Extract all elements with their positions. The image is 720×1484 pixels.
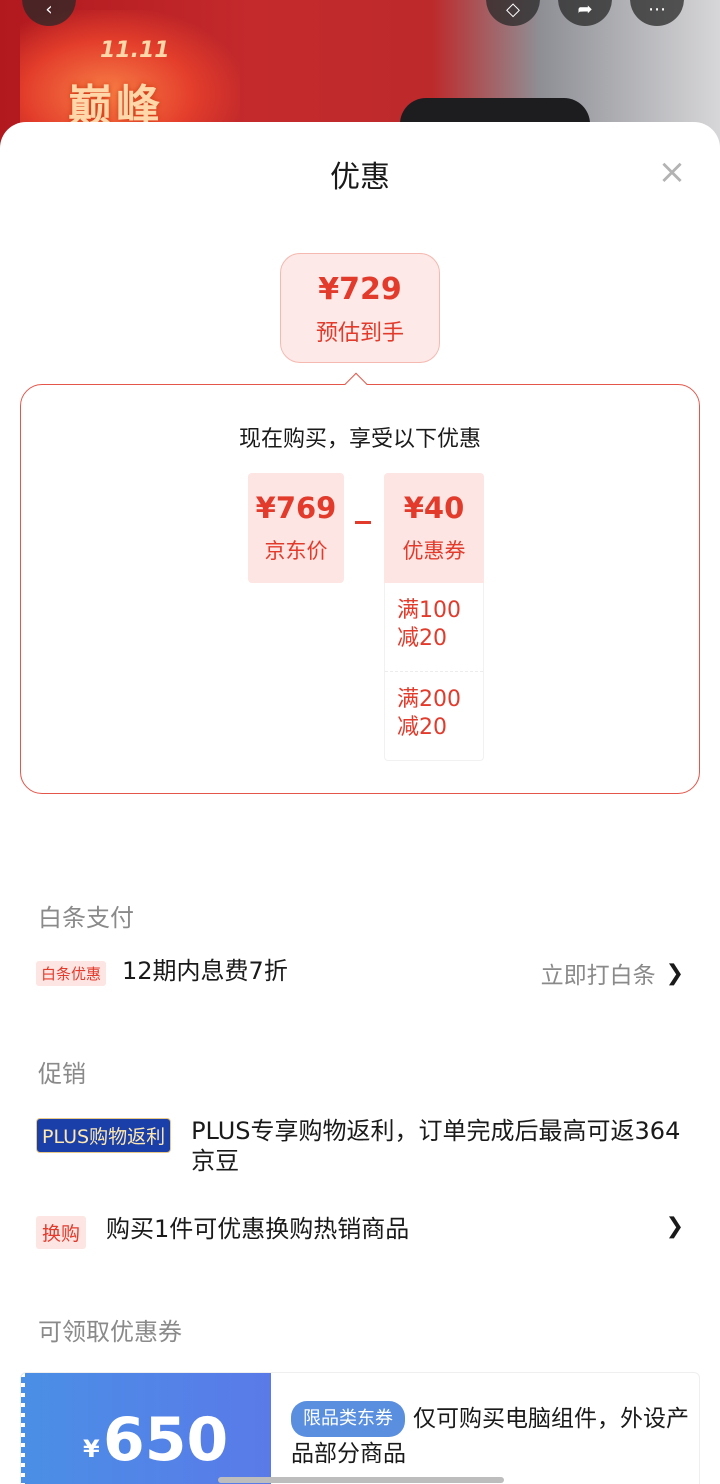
baitiao-action[interactable]: 立即打白条 ❯ <box>541 956 684 990</box>
base-price-card: ¥769 京东价 <box>248 473 344 583</box>
section-title-promotions: 促销 <box>38 1060 86 1088</box>
minus-sign <box>355 521 371 524</box>
coupon-discount-card: ¥40 优惠券 <box>384 473 484 583</box>
plus-rebate-tag: PLUS购物返利 <box>36 1118 172 1153</box>
base-price-label: 京东价 <box>264 539 328 563</box>
chevron-right-icon: ❯ <box>665 960 684 986</box>
applied-coupon: 满100 减20 <box>397 598 461 651</box>
chevron-right-icon: ❯ <box>665 1214 684 1239</box>
favorite-icon[interactable]: ◇ <box>486 0 540 26</box>
coupon-discount-label: 优惠券 <box>402 539 466 563</box>
section-title-baitiao: 白条支付 <box>38 904 134 932</box>
coupon-amount-panel: ¥ 650 <box>21 1373 271 1484</box>
estimated-price-bubble: ¥729 预估到手 <box>280 253 440 363</box>
promotion-row-plus: PLUS购物返利 PLUS专享购物返利，订单完成后最高可返364京豆 <box>36 1116 684 1176</box>
estimated-price-label: 预估到手 <box>315 321 404 346</box>
baitiao-tag: 白条优惠 <box>36 961 107 986</box>
more-icon[interactable]: ⋯ <box>630 0 684 26</box>
applied-coupon: 满200 减20 <box>385 671 483 760</box>
promo-heading: 现在购买，享受以下优惠 <box>238 427 481 452</box>
coupon-scope-tag: 限品类东券 <box>291 1401 405 1437</box>
baitiao-row[interactable]: 白条优惠 12期内息费7折 立即打白条 ❯ <box>36 956 684 990</box>
banner-badge: 11.11 <box>100 38 170 63</box>
section-title-coupons: 可领取优惠券 <box>38 1318 182 1346</box>
coupon-discount-value: ¥40 <box>403 491 465 525</box>
promotion-row-tradein[interactable]: 换购 购买1件可优惠换购热销商品 ❯ <box>36 1214 684 1249</box>
coupon-details: 限品类东券 仅可购买电脑组件，外设产品部分商品 <box>291 1401 691 1471</box>
sheet-title: 优惠 <box>330 160 390 195</box>
coupon-amount: 650 <box>103 1405 229 1475</box>
home-indicator <box>218 1477 504 1483</box>
tradein-text: 购买1件可优惠换购热销商品 <box>106 1215 410 1243</box>
tradein-tag: 换购 <box>36 1216 87 1249</box>
coupon-perforation <box>21 1373 25 1484</box>
discount-sheet: 优惠 × 现在购买，享受以下优惠 ¥769 京东价 ¥40 优惠券 满100 减… <box>0 122 720 1484</box>
coupon-currency: ¥ <box>83 1435 100 1463</box>
coupon-card[interactable]: ¥ 650 限品类东券 仅可购买电脑组件，外设产品部分商品 <box>20 1372 700 1484</box>
applied-coupon-list: 满100 减20 满200 减20 <box>384 583 484 761</box>
close-icon[interactable]: × <box>656 155 688 189</box>
base-price-value: ¥769 <box>255 491 337 525</box>
share-icon[interactable]: ➦ <box>558 0 612 26</box>
estimated-price: ¥729 <box>318 272 402 307</box>
plus-rebate-text: PLUS专享购物返利，订单完成后最高可返364京豆 <box>191 1117 681 1175</box>
baitiao-text: 12期内息费7折 <box>122 957 288 985</box>
promo-breakdown-box: 现在购买，享受以下优惠 ¥769 京东价 ¥40 优惠券 满100 减20 满2… <box>20 384 700 794</box>
